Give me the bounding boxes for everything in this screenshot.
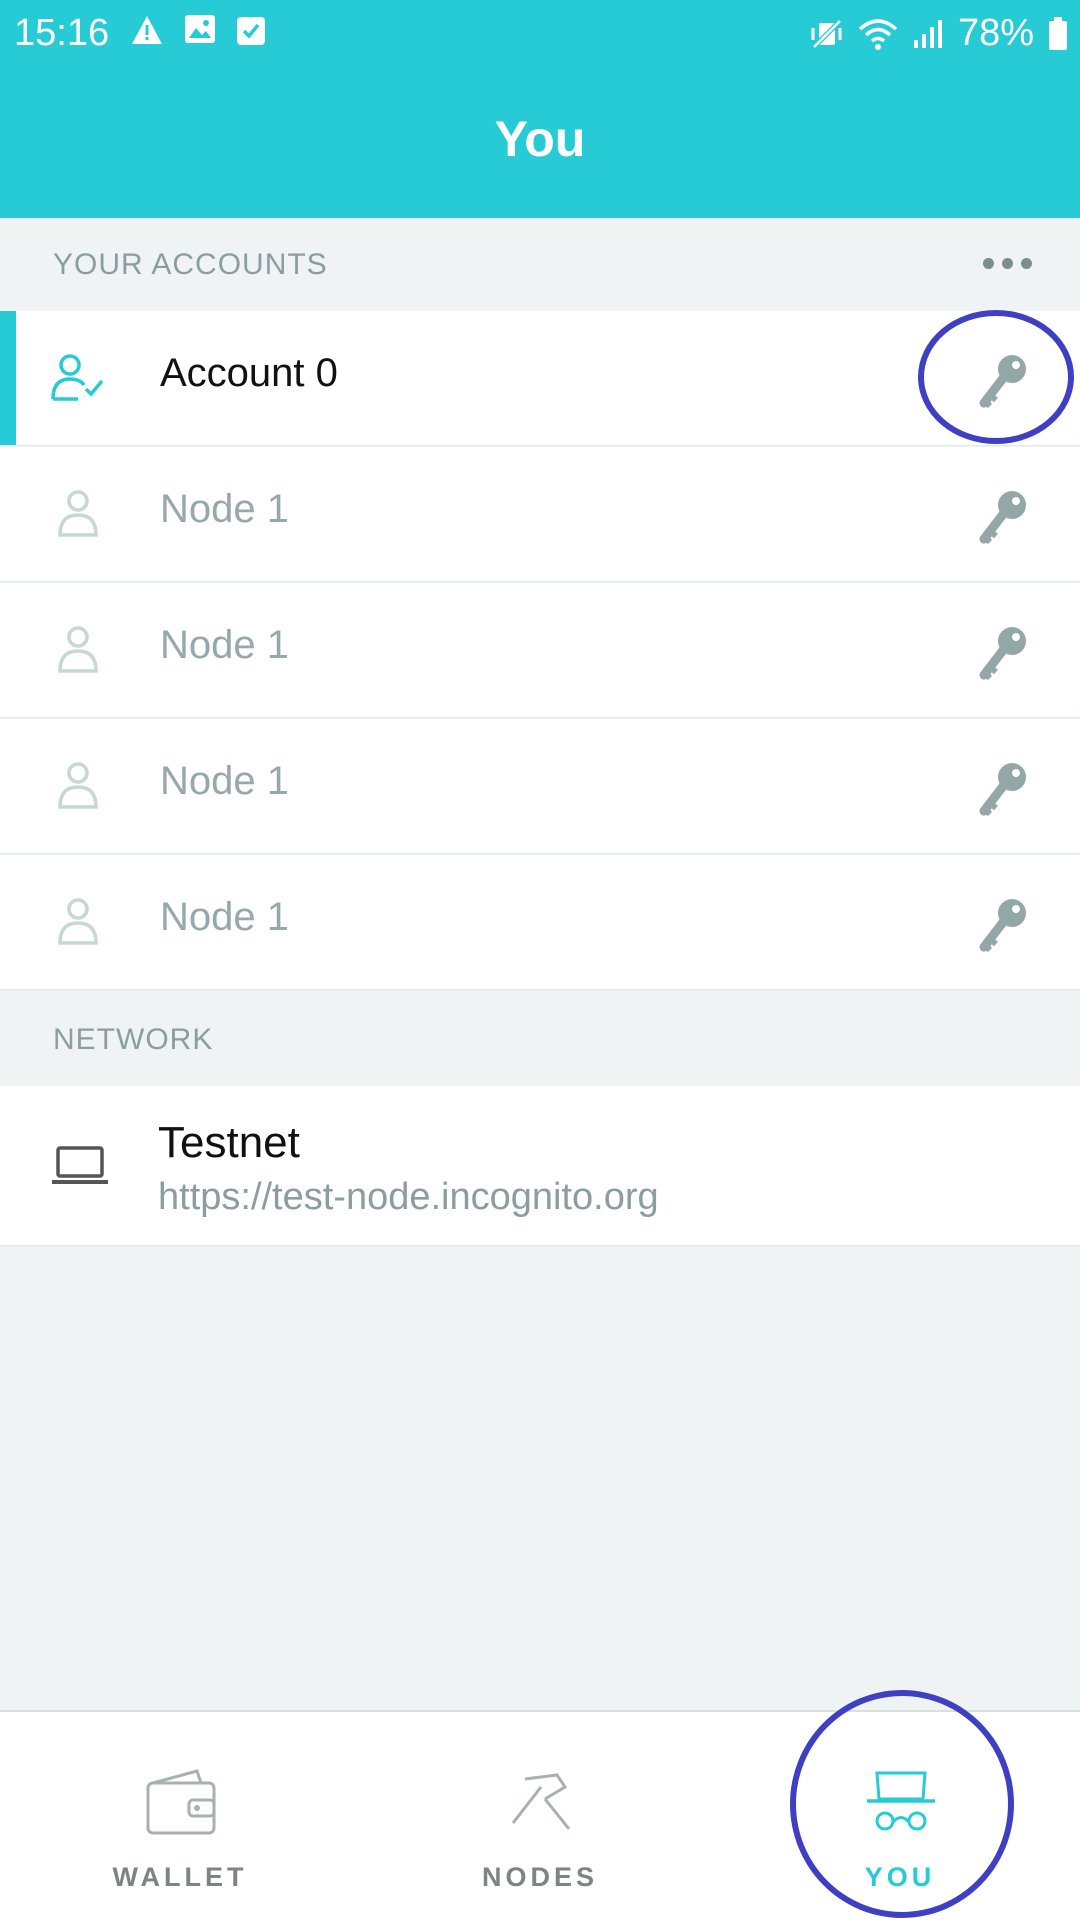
account-row-0[interactable]: Account 0 bbox=[0, 311, 1080, 446]
tab-label: YOU bbox=[864, 1862, 936, 1892]
tab-label: NODES bbox=[481, 1862, 599, 1892]
notification-icons bbox=[130, 14, 266, 46]
account-row-1[interactable]: Node 1 bbox=[0, 447, 1080, 582]
network-section-label: NETWORK bbox=[53, 1023, 214, 1056]
status-time: 15:16 bbox=[14, 12, 110, 54]
account-label: Node 1 bbox=[160, 487, 289, 531]
key-icon[interactable] bbox=[974, 487, 1032, 545]
network-row[interactable]: Testnet https://test-node.incognito.org bbox=[0, 1086, 1080, 1246]
active-indicator bbox=[0, 311, 16, 445]
key-icon[interactable] bbox=[974, 895, 1032, 953]
image-icon bbox=[185, 15, 215, 43]
user-icon bbox=[58, 626, 98, 673]
page-title: You bbox=[494, 111, 586, 167]
wifi-icon bbox=[858, 18, 898, 50]
tab-nodes[interactable]: NODES bbox=[360, 1712, 720, 1920]
wallet-icon bbox=[146, 1769, 216, 1835]
tab-you[interactable]: YOU bbox=[720, 1712, 1080, 1920]
key-icon[interactable] bbox=[974, 759, 1032, 817]
accounts-section-label: YOUR ACCOUNTS bbox=[53, 248, 328, 281]
user-icon bbox=[58, 490, 98, 537]
user-check-icon bbox=[51, 354, 104, 401]
tab-label: WALLET bbox=[112, 1862, 248, 1892]
check-square-icon bbox=[237, 17, 265, 45]
more-options-icon[interactable] bbox=[983, 258, 1032, 269]
key-icon[interactable] bbox=[974, 623, 1032, 681]
key-icon[interactable] bbox=[974, 351, 1032, 409]
account-label: Node 1 bbox=[160, 759, 289, 803]
laptop-icon bbox=[52, 1146, 108, 1184]
account-label: Node 1 bbox=[160, 895, 289, 939]
tab-wallet[interactable]: WALLET bbox=[0, 1712, 360, 1920]
account-label: Node 1 bbox=[160, 623, 289, 667]
network-section-header: NETWORK bbox=[0, 991, 1080, 1086]
account-label: Account 0 bbox=[160, 351, 338, 395]
account-row-2[interactable]: Node 1 bbox=[0, 583, 1080, 718]
warning-icon bbox=[132, 16, 162, 44]
battery-icon bbox=[1049, 16, 1067, 50]
network-url: https://test-node.incognito.org bbox=[158, 1176, 659, 1218]
app-header: 15:16 78% You bbox=[0, 0, 1080, 218]
pickaxe-icon bbox=[511, 1773, 571, 1830]
system-icons: 78% bbox=[810, 12, 1068, 55]
account-row-3[interactable]: Node 1 bbox=[0, 719, 1080, 854]
accounts-section-header: YOUR ACCOUNTS bbox=[0, 218, 1080, 310]
account-row-4[interactable]: Node 1 bbox=[0, 855, 1080, 990]
network-name: Testnet bbox=[158, 1118, 300, 1167]
battery-percent: 78% bbox=[957, 12, 1034, 54]
user-icon bbox=[58, 762, 98, 809]
bottom-tab-bar: WALLET NODES YOU bbox=[0, 1710, 1080, 1920]
signal-icon bbox=[913, 19, 942, 48]
mute-vibrate-icon bbox=[811, 18, 842, 49]
user-icon bbox=[58, 898, 98, 945]
incognito-icon bbox=[867, 1771, 935, 1831]
status-bar: 15:16 78% bbox=[0, 0, 1080, 66]
